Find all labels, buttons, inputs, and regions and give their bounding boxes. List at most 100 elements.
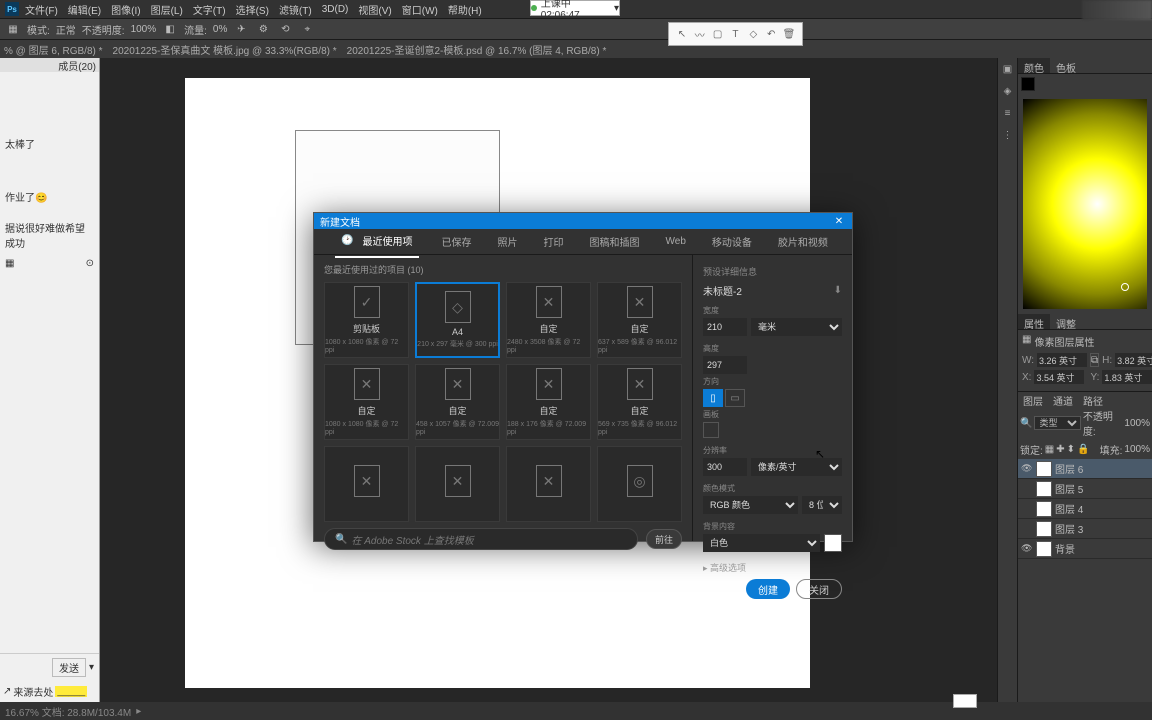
draw-text-icon[interactable]: T xyxy=(728,27,742,41)
draw-rect-icon[interactable]: ▢ xyxy=(711,27,725,41)
doc-name[interactable]: 未标题-2 xyxy=(703,283,742,298)
strip-icon[interactable]: ◈ xyxy=(1001,84,1015,98)
draw-eraser-icon[interactable]: ◇ xyxy=(746,27,760,41)
opt-icon[interactable]: ⟲ xyxy=(277,21,293,37)
menu-select[interactable]: 选择(S) xyxy=(236,2,269,17)
preset-item[interactable]: ✕自定637 x 589 像素 @ 96.012 ppi xyxy=(597,282,682,358)
h-input[interactable] xyxy=(1115,353,1152,367)
tab-properties[interactable]: 属性 xyxy=(1018,314,1050,329)
lock-icon[interactable]: 🔒 xyxy=(1077,444,1089,455)
colormode-select[interactable]: RGB 颜色 xyxy=(703,496,798,514)
preset-item[interactable]: ✕自定1080 x 1080 像素 @ 72 ppi xyxy=(324,364,409,440)
rec-chevron-icon[interactable]: ▾ xyxy=(614,3,619,14)
w-input[interactable] xyxy=(1037,353,1087,367)
kind-icon[interactable]: 🔍 xyxy=(1020,418,1032,429)
lock-icon[interactable]: ⬍ xyxy=(1067,444,1075,455)
layer-row[interactable]: 图层 5 xyxy=(1018,479,1152,499)
bits-select[interactable]: 8 位 xyxy=(802,496,842,514)
menu-image[interactable]: 图像(I) xyxy=(111,2,140,17)
gear-icon[interactable]: ⚙ xyxy=(255,21,271,37)
bg-select[interactable]: 白色 xyxy=(703,534,820,552)
orient-portrait[interactable]: ▯ xyxy=(703,389,723,407)
floating-toolbar[interactable]: ↖ 〰 ▢ T ◇ ↶ 🗑 xyxy=(668,22,803,46)
unit-select[interactable]: 毫米 xyxy=(751,318,842,336)
doc-tab-1[interactable]: % @ 图层 6, RGB/8) * xyxy=(4,42,103,57)
create-button[interactable]: 创建 xyxy=(746,579,790,599)
preset-item[interactable]: ✓剪贴板1080 x 1080 像素 @ 72 ppi xyxy=(324,282,409,358)
draw-pen-icon[interactable]: 〰 xyxy=(693,27,707,41)
doc-tab-2[interactable]: 20201225-圣保真曲文 模板.jpg @ 33.3%(RGB/8) * xyxy=(113,42,337,57)
preset-item[interactable]: ✕自定458 x 1057 像素 @ 72.009 ppi xyxy=(415,364,500,440)
layer-name[interactable]: 背景 xyxy=(1055,541,1075,556)
preset-item[interactable]: ✕自定569 x 735 像素 @ 96.012 ppi xyxy=(597,364,682,440)
tab-layers[interactable]: 图层 xyxy=(1018,392,1048,406)
x-input[interactable] xyxy=(1034,370,1084,384)
layer-name[interactable]: 图层 3 xyxy=(1055,521,1083,536)
status-chevron-icon[interactable]: ▸ xyxy=(136,706,141,717)
strip-icon[interactable]: ▣ xyxy=(1001,62,1015,76)
orient-landscape[interactable]: ▭ xyxy=(725,389,745,407)
menu-help[interactable]: 帮助(H) xyxy=(448,2,482,17)
preset-item[interactable]: ✕ xyxy=(506,446,591,522)
preset-item[interactable]: ✕自定2480 x 3508 像素 @ 72 ppi xyxy=(506,282,591,358)
go-button[interactable]: 前往 xyxy=(646,529,682,549)
strip-icon[interactable]: ≡ xyxy=(1001,106,1015,120)
preset-item[interactable]: ✕ xyxy=(324,446,409,522)
tab-mobile[interactable]: 移动设备 xyxy=(709,230,755,253)
preset-item[interactable]: ✕自定188 x 176 像素 @ 72.009 ppi xyxy=(506,364,591,440)
advanced-toggle[interactable]: ▸ 高级选项 xyxy=(703,561,842,574)
menu-edit[interactable]: 编辑(E) xyxy=(68,2,101,17)
res-input[interactable] xyxy=(703,458,747,476)
draw-undo-icon[interactable]: ↶ xyxy=(764,27,778,41)
layer-name[interactable]: 图层 6 xyxy=(1055,461,1083,476)
send-button[interactable]: 发送 xyxy=(52,658,86,677)
layer-row[interactable]: 图层 3 xyxy=(1018,519,1152,539)
tab-channels[interactable]: 通道 xyxy=(1048,392,1078,406)
preset-item[interactable]: ◇A4210 x 297 毫米 @ 300 ppi xyxy=(415,282,500,358)
layer-thumb[interactable] xyxy=(1036,461,1052,477)
layer-row[interactable]: 👁 图层 6 xyxy=(1018,459,1152,479)
airbrush-icon[interactable]: ✈ xyxy=(233,21,249,37)
height-input[interactable] xyxy=(703,356,747,374)
tab-film[interactable]: 胶片和视频 xyxy=(775,230,831,253)
flow-value[interactable]: 0% xyxy=(213,24,227,35)
menu-3d[interactable]: 3D(D) xyxy=(322,4,349,15)
tab-adjustments[interactable]: 调整 xyxy=(1050,314,1082,329)
menu-text[interactable]: 文字(T) xyxy=(193,2,226,17)
tab-saved[interactable]: 已保存 xyxy=(439,230,475,253)
opacity-icon[interactable]: ◧ xyxy=(162,21,178,37)
menu-layer[interactable]: 图层(L) xyxy=(151,2,183,17)
tab-swatches[interactable]: 色板 xyxy=(1050,58,1082,73)
layer-row[interactable]: 图层 4 xyxy=(1018,499,1152,519)
tab-print[interactable]: 打印 xyxy=(541,230,567,253)
fg-swatch[interactable] xyxy=(1021,77,1035,91)
layer-fill[interactable]: 100% xyxy=(1124,444,1150,455)
tab-recent[interactable]: 🕑最近使用项 xyxy=(335,225,418,258)
visibility-icon[interactable]: 👁 xyxy=(1021,463,1033,474)
tab-paths[interactable]: 路径 xyxy=(1078,392,1108,406)
strip-icon[interactable]: ⋮ xyxy=(1001,128,1015,142)
mode-value[interactable]: 正常 xyxy=(56,22,76,37)
tab-art[interactable]: 图稿和插图 xyxy=(587,230,643,253)
send-dropdown-icon[interactable]: ▾ xyxy=(89,662,94,673)
width-input[interactable] xyxy=(703,318,747,336)
fg-bg-swatches[interactable] xyxy=(1018,74,1152,94)
foot-icon[interactable]: ↗ xyxy=(3,686,11,697)
preset-item[interactable]: ✕ xyxy=(415,446,500,522)
layer-thumb[interactable] xyxy=(1036,521,1052,537)
layer-row[interactable]: 👁 背景 xyxy=(1018,539,1152,559)
menu-view[interactable]: 视图(V) xyxy=(358,2,391,17)
preset-item[interactable]: ◎ xyxy=(597,446,682,522)
tab-color[interactable]: 颜色 xyxy=(1018,58,1050,73)
layer-opacity[interactable]: 100% xyxy=(1124,418,1150,429)
menu-window[interactable]: 窗口(W) xyxy=(402,2,438,17)
tab-web[interactable]: Web xyxy=(663,232,689,251)
artboard-checkbox[interactable] xyxy=(703,422,719,438)
kind-select[interactable]: 类型 xyxy=(1034,416,1080,430)
opacity-value[interactable]: 100% xyxy=(131,24,157,35)
tool-icon[interactable]: ▦ xyxy=(5,21,21,37)
menu-file[interactable]: 文件(F) xyxy=(25,2,58,17)
draw-trash-icon[interactable]: 🗑 xyxy=(782,27,796,41)
visibility-icon[interactable]: 👁 xyxy=(1021,543,1033,554)
layer-name[interactable]: 图层 4 xyxy=(1055,501,1083,516)
